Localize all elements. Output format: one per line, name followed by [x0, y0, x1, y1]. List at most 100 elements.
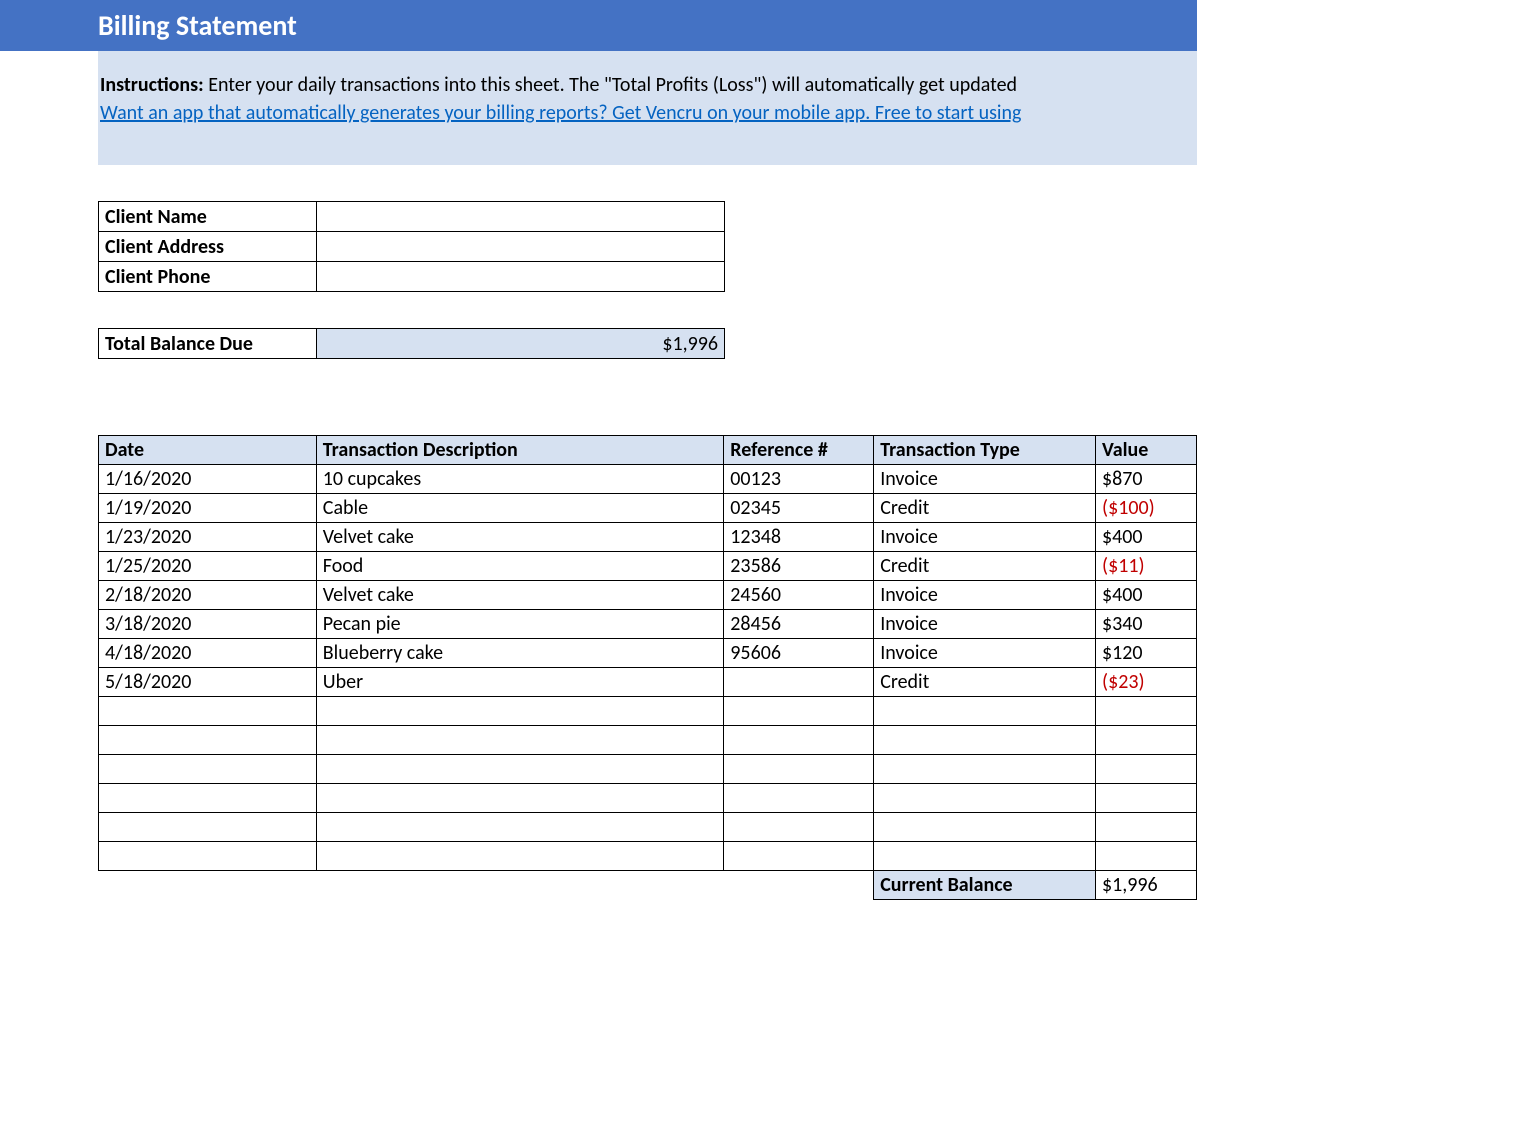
description-cell[interactable]: 10 cupcakes: [316, 465, 724, 494]
description-cell[interactable]: Uber: [316, 668, 724, 697]
value-cell[interactable]: $870: [1096, 465, 1197, 494]
value-cell[interactable]: $400: [1096, 523, 1197, 552]
value-cell[interactable]: [1096, 813, 1197, 842]
type-cell[interactable]: [874, 726, 1096, 755]
date-cell[interactable]: [99, 813, 317, 842]
value-cell[interactable]: [1096, 726, 1197, 755]
type-cell[interactable]: [874, 784, 1096, 813]
client-name-input[interactable]: [317, 202, 725, 232]
description-cell[interactable]: Blueberry cake: [316, 639, 724, 668]
reference-cell[interactable]: [724, 784, 874, 813]
value-cell[interactable]: [1096, 697, 1197, 726]
table-row[interactable]: 4/18/2020Blueberry cake95606Invoice$120: [99, 639, 1197, 668]
description-cell[interactable]: Pecan pie: [316, 610, 724, 639]
date-cell[interactable]: [99, 755, 317, 784]
client-phone-label: Client Phone: [99, 262, 317, 292]
type-cell[interactable]: [874, 697, 1096, 726]
client-phone-input[interactable]: [317, 262, 725, 292]
header-type: Transaction Type: [874, 436, 1096, 465]
table-row[interactable]: 5/18/2020Uber Credit($23): [99, 668, 1197, 697]
type-cell[interactable]: Credit: [874, 552, 1096, 581]
type-cell[interactable]: Credit: [874, 494, 1096, 523]
table-row[interactable]: [99, 784, 1197, 813]
client-info-table: Client Name Client Address Client Phone: [98, 201, 725, 292]
type-cell[interactable]: [874, 813, 1096, 842]
vencru-link[interactable]: Want an app that automatically generates…: [100, 101, 1021, 125]
reference-cell[interactable]: [724, 755, 874, 784]
header-reference: Reference #: [724, 436, 874, 465]
client-address-input[interactable]: [317, 232, 725, 262]
reference-cell[interactable]: 23586: [724, 552, 874, 581]
description-cell[interactable]: [316, 755, 724, 784]
client-address-label: Client Address: [99, 232, 317, 262]
reference-cell[interactable]: 00123: [724, 465, 874, 494]
table-row[interactable]: [99, 697, 1197, 726]
date-cell[interactable]: [99, 784, 317, 813]
reference-cell[interactable]: 02345: [724, 494, 874, 523]
table-row[interactable]: 3/18/2020Pecan pie28456Invoice$340: [99, 610, 1197, 639]
description-cell[interactable]: [316, 726, 724, 755]
type-cell[interactable]: Invoice: [874, 581, 1096, 610]
value-cell[interactable]: $400: [1096, 581, 1197, 610]
value-cell[interactable]: [1096, 755, 1197, 784]
description-cell[interactable]: Velvet cake: [316, 581, 724, 610]
reference-cell[interactable]: [724, 813, 874, 842]
description-cell[interactable]: Velvet cake: [316, 523, 724, 552]
table-row[interactable]: [99, 755, 1197, 784]
instructions-text: Enter your daily transactions into this …: [208, 73, 1017, 97]
current-balance-value: $1,996: [1096, 871, 1197, 900]
value-cell[interactable]: $120: [1096, 639, 1197, 668]
table-row[interactable]: [99, 726, 1197, 755]
description-cell[interactable]: [316, 784, 724, 813]
reference-cell[interactable]: 28456: [724, 610, 874, 639]
reference-cell[interactable]: [724, 697, 874, 726]
table-row[interactable]: 1/23/2020Velvet cake12348Invoice$400: [99, 523, 1197, 552]
reference-cell[interactable]: [724, 726, 874, 755]
date-cell[interactable]: 1/19/2020: [99, 494, 317, 523]
type-cell[interactable]: [874, 755, 1096, 784]
value-cell[interactable]: $340: [1096, 610, 1197, 639]
page-title: Billing Statement: [0, 0, 1197, 51]
value-cell[interactable]: ($11): [1096, 552, 1197, 581]
type-cell[interactable]: Credit: [874, 668, 1096, 697]
description-cell[interactable]: Cable: [316, 494, 724, 523]
date-cell[interactable]: 4/18/2020: [99, 639, 317, 668]
table-row[interactable]: [99, 813, 1197, 842]
date-cell[interactable]: [99, 697, 317, 726]
reference-cell[interactable]: [724, 842, 874, 871]
header-date: Date: [99, 436, 317, 465]
value-cell[interactable]: ($23): [1096, 668, 1197, 697]
value-cell[interactable]: [1096, 784, 1197, 813]
instructions-box: Instructions: Enter your daily transacti…: [98, 51, 1197, 165]
reference-cell[interactable]: 12348: [724, 523, 874, 552]
type-cell[interactable]: [874, 842, 1096, 871]
date-cell[interactable]: 1/25/2020: [99, 552, 317, 581]
date-cell[interactable]: 3/18/2020: [99, 610, 317, 639]
type-cell[interactable]: Invoice: [874, 639, 1096, 668]
table-row[interactable]: 2/18/2020Velvet cake24560Invoice$400: [99, 581, 1197, 610]
description-cell[interactable]: [316, 842, 724, 871]
table-row[interactable]: 1/25/2020Food23586Credit($11): [99, 552, 1197, 581]
value-cell[interactable]: [1096, 842, 1197, 871]
reference-cell[interactable]: 24560: [724, 581, 874, 610]
description-cell[interactable]: Food: [316, 552, 724, 581]
date-cell[interactable]: 1/16/2020: [99, 465, 317, 494]
table-row[interactable]: [99, 842, 1197, 871]
description-cell[interactable]: [316, 697, 724, 726]
table-row[interactable]: 1/19/2020Cable02345Credit($100): [99, 494, 1197, 523]
reference-cell[interactable]: 95606: [724, 639, 874, 668]
description-cell[interactable]: [316, 813, 724, 842]
total-balance-value: $1,996: [317, 329, 725, 359]
date-cell[interactable]: 2/18/2020: [99, 581, 317, 610]
type-cell[interactable]: Invoice: [874, 610, 1096, 639]
type-cell[interactable]: Invoice: [874, 523, 1096, 552]
reference-cell[interactable]: [724, 668, 874, 697]
date-cell[interactable]: 1/23/2020: [99, 523, 317, 552]
table-row[interactable]: 1/16/202010 cupcakes00123Invoice$870: [99, 465, 1197, 494]
date-cell[interactable]: [99, 842, 317, 871]
date-cell[interactable]: 5/18/2020: [99, 668, 317, 697]
type-cell[interactable]: Invoice: [874, 465, 1096, 494]
date-cell[interactable]: [99, 726, 317, 755]
value-cell[interactable]: ($100): [1096, 494, 1197, 523]
current-balance-label: Current Balance: [874, 871, 1096, 900]
